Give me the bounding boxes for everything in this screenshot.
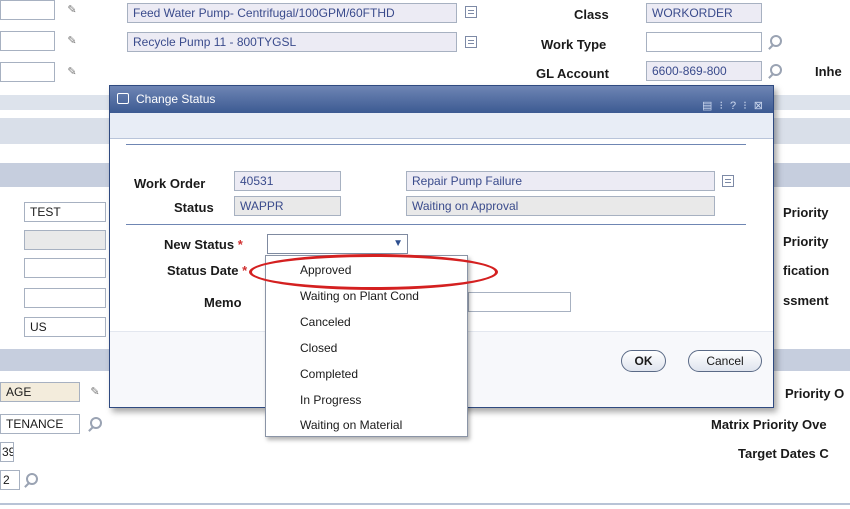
search-icon[interactable] [770,35,782,47]
work-type-field[interactable] [646,32,762,52]
option-waiting-on-material[interactable]: Waiting on Material [300,418,402,432]
status-field: WAPPR [234,196,341,216]
option-canceled[interactable]: Canceled [300,315,351,329]
bg-left-field [24,230,106,250]
bg-bottom-field-tenance[interactable]: TENANCE [0,414,80,434]
class-field: WORKORDER [646,3,762,23]
status-label: Status [174,200,214,215]
dialog-divider [126,144,746,145]
work-type-label: Work Type [541,37,607,52]
priority-label: Priority [783,205,829,220]
inherit-label: Inhe [815,64,842,79]
class-label: Class [574,7,609,22]
option-waiting-on-plant-cond[interactable]: Waiting on Plant Cond [300,289,419,303]
bg-bottom-field-age[interactable]: AGE [0,382,80,402]
status-date-label-text: Status Date [167,263,239,278]
bg-bottom-field-39[interactable]: 39 [0,442,14,462]
option-completed[interactable]: Completed [300,367,358,381]
gl-account-label: GL Account [536,66,609,81]
classification-label: fication [783,263,830,278]
ok-button[interactable]: OK [621,350,666,372]
memo-input[interactable] [468,292,571,312]
bg-left-field-us[interactable]: US [24,317,106,337]
new-status-select[interactable]: ▼ [267,234,408,254]
chevron-down-icon[interactable]: ▼ [393,235,403,253]
required-marker: * [242,263,248,278]
pin-icon[interactable]: ✎ [66,35,78,47]
asset-desc-1: Feed Water Pump- Centrifugal/100GPM/60FT… [127,3,457,23]
required-marker: * [237,237,243,252]
status-date-label: Status Date * [167,263,247,278]
priority-label-2: Priority [783,234,829,249]
work-order-label: Work Order [134,176,206,191]
assessment-label: ssment [783,293,829,308]
work-order-field: 40531 [234,171,341,191]
long-description-icon[interactable] [465,36,477,48]
pin-icon[interactable]: ✎ [66,4,78,16]
dialog-title: Change Status [136,92,216,106]
bg-bottom-field-2[interactable]: 2 [0,470,20,490]
search-icon[interactable] [770,64,782,76]
cancel-button[interactable]: Cancel [688,350,762,372]
target-dates-label: Target Dates C [738,446,829,461]
search-icon[interactable] [26,473,38,485]
dialog-title-bar[interactable]: Change Status ▤ ⁝ ? ⁝ ⊠ [110,86,773,113]
new-status-label-text: New Status [164,237,235,252]
dialog-divider [126,224,746,225]
priority-override-label: Priority O [785,386,845,401]
bg-left-input-3[interactable] [0,62,55,82]
long-description-icon[interactable] [722,175,734,187]
bg-left-input-1[interactable] [0,0,55,20]
dialog-icon [117,93,129,104]
dialog-toolbar-strip [110,113,773,139]
pin-icon[interactable]: ✎ [66,66,78,78]
pin-icon[interactable]: ✎ [89,386,101,398]
highlight-ellipse [249,254,498,290]
option-in-progress[interactable]: In Progress [300,393,361,407]
new-status-label: New Status * [164,237,243,252]
memo-label: Memo [204,295,242,310]
work-order-description: Repair Pump Failure [406,171,715,191]
bottom-divider [0,503,850,505]
gl-account-field[interactable]: 6600-869-800 [646,61,762,81]
bg-left-input-2[interactable] [0,31,55,51]
option-closed[interactable]: Closed [300,341,337,355]
bg-left-field-test[interactable]: TEST [24,202,106,222]
search-icon[interactable] [90,417,102,429]
long-description-icon[interactable] [465,6,477,18]
bg-left-field[interactable] [24,288,106,308]
asset-desc-2: Recycle Pump 11 - 800TYGSL [127,32,457,52]
status-description: Waiting on Approval [406,196,715,216]
matrix-priority-label: Matrix Priority Ove [711,417,827,432]
bg-left-field[interactable] [24,258,106,278]
